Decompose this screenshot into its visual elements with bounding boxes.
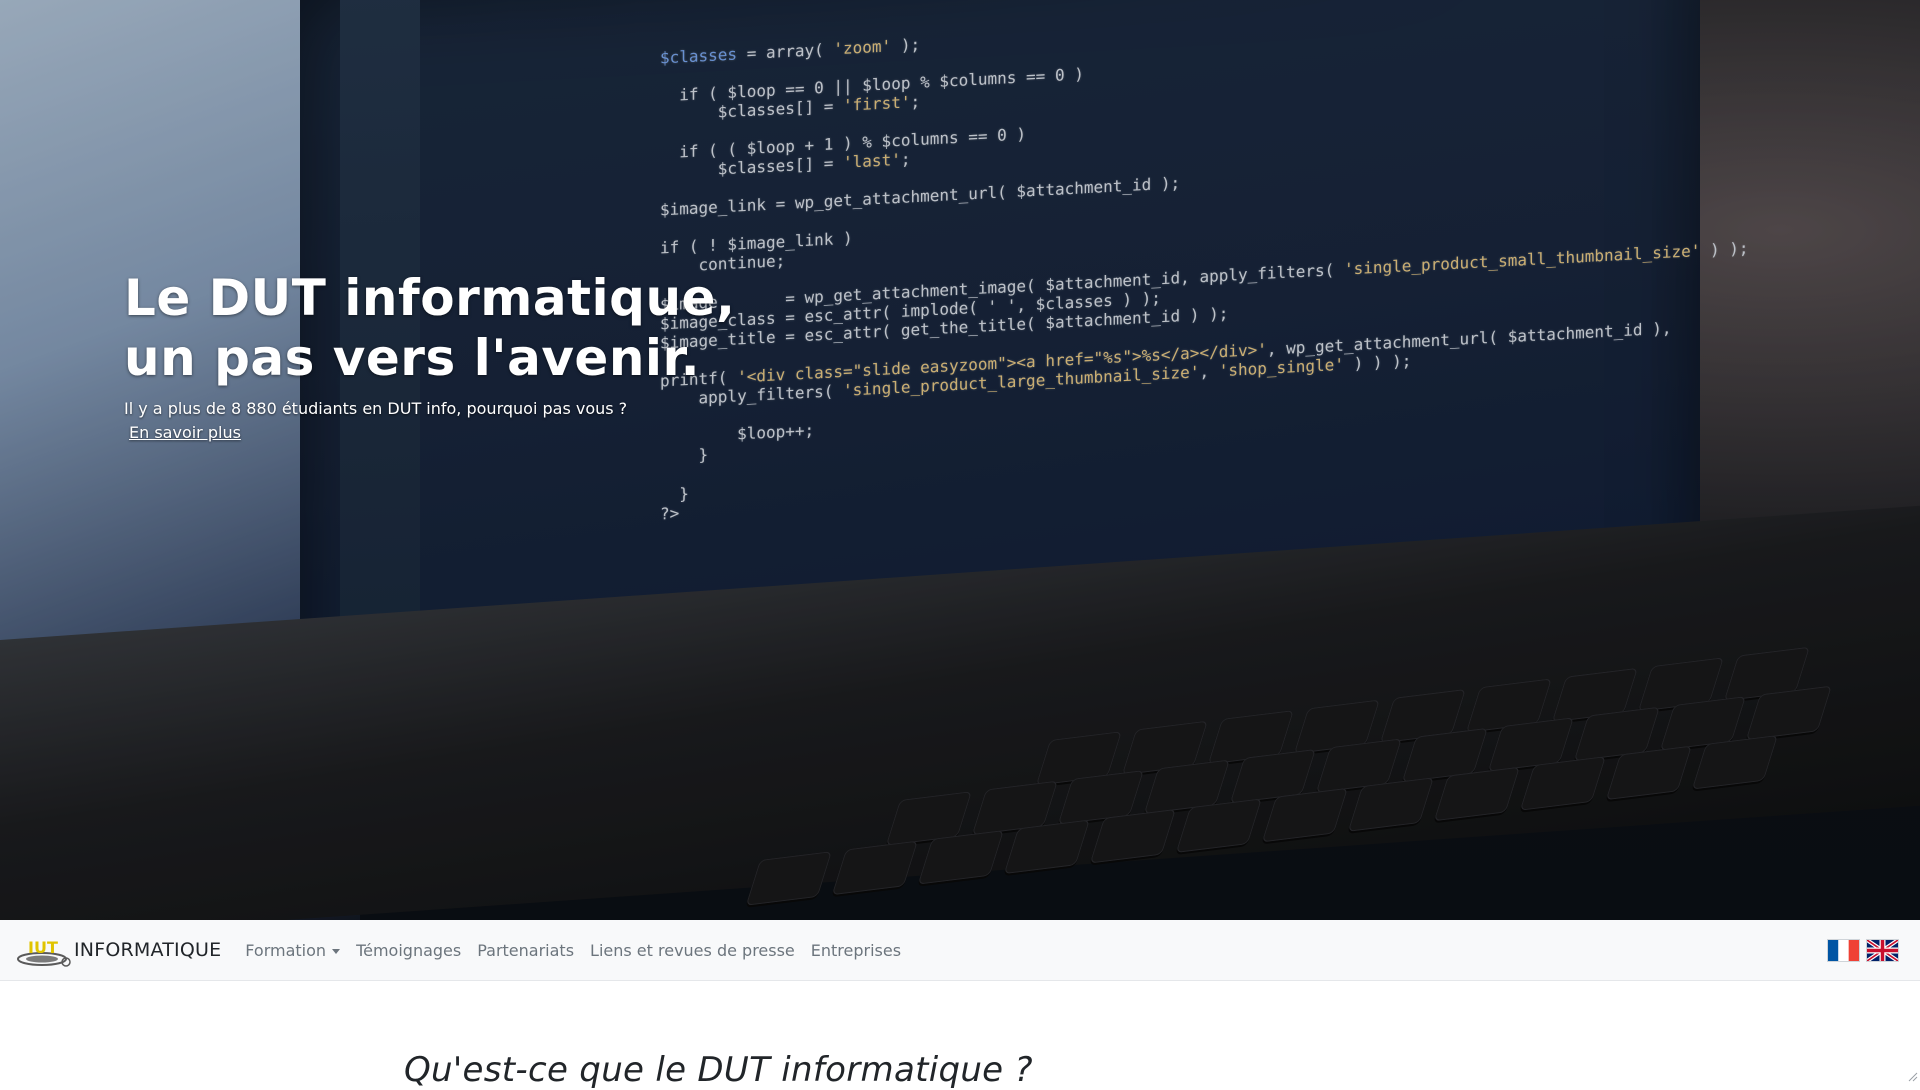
hero-subtitle: Il y a plus de 8 880 étudiants en DUT in… xyxy=(124,399,627,418)
hero-title-line1: Le DUT informatique, xyxy=(124,268,735,328)
iut-logo-icon: IUT xyxy=(16,932,74,968)
nav-item-label: Formation xyxy=(245,941,326,960)
brand-home-link[interactable]: IUT INFORMATIQUE xyxy=(16,932,221,968)
section-title: Qu'est-ce que le DUT informatique ? xyxy=(404,1050,1033,1090)
learn-more-link[interactable]: En savoir plus xyxy=(129,423,241,442)
hero-banner: $classes = array( 'zoom' ); if ( $loop =… xyxy=(0,0,1920,920)
resize-grip-icon[interactable] xyxy=(1906,1067,1918,1079)
logo-text: IUT xyxy=(28,938,58,957)
nav-item-temoignages[interactable]: Témoignages xyxy=(356,941,461,960)
caret-down-icon xyxy=(332,949,340,954)
uk-flag-icon[interactable] xyxy=(1867,940,1898,961)
hero-title: Le DUT informatique, un pas vers l'aveni… xyxy=(124,268,735,388)
nav-item-liens-presse[interactable]: Liens et revues de presse xyxy=(590,941,795,960)
brand-text: INFORMATIQUE xyxy=(74,939,221,961)
hero-title-line2: un pas vers l'avenir. xyxy=(124,328,735,388)
nav-item-entreprises[interactable]: Entreprises xyxy=(811,941,901,960)
main-navbar: IUT INFORMATIQUE Formation Témoignages P… xyxy=(0,920,1920,981)
nav-item-partenariats[interactable]: Partenariats xyxy=(477,941,574,960)
nav-menu: Formation Témoignages Partenariats Liens… xyxy=(245,941,917,960)
language-switcher xyxy=(1828,940,1898,961)
france-flag-icon[interactable] xyxy=(1828,940,1859,961)
hero-overlay xyxy=(0,0,1920,920)
nav-item-formation[interactable]: Formation xyxy=(245,941,340,960)
